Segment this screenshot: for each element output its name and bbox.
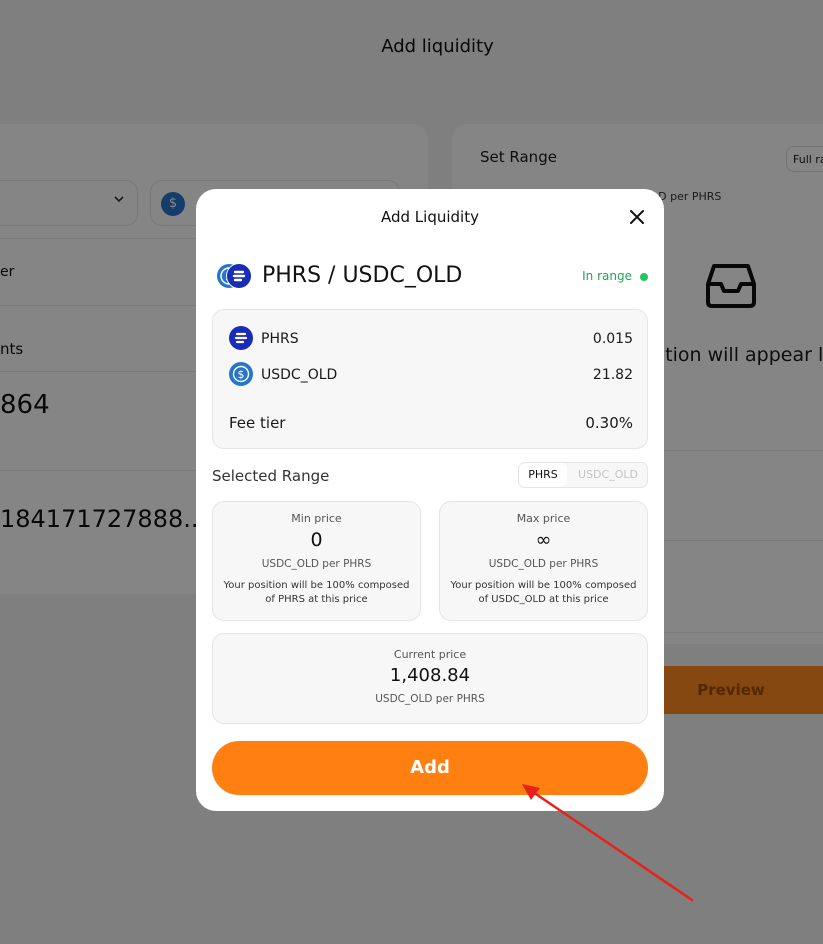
add-liquidity-modal: Add Liquidity $ PHRS / USDC_OLD In range… <box>196 189 664 811</box>
current-price-value: 1,408.84 <box>389 665 471 686</box>
phrs-icon <box>226 263 252 289</box>
max-price-value: ∞ <box>535 529 552 551</box>
min-price-value: 0 <box>310 529 323 551</box>
svg-text:$: $ <box>238 368 245 381</box>
max-price-note: Your position will be 100% composed of U… <box>450 580 637 605</box>
toggle-option-usdc-old[interactable]: USDC_OLD <box>567 463 649 487</box>
pair-header: $ PHRS / USDC_OLD In range <box>216 261 648 291</box>
token-amount: 0.015 <box>592 331 633 347</box>
close-icon[interactable] <box>628 208 646 226</box>
modal-title: Add Liquidity <box>381 208 479 226</box>
min-price-unit: USDC_OLD per PHRS <box>261 558 372 570</box>
token-amount: 21.82 <box>592 367 633 383</box>
fee-tier-label: Fee tier <box>229 414 286 432</box>
max-price-box: Max price ∞ USDC_OLD per PHRS Your posit… <box>439 501 648 621</box>
token-name: USDC_OLD <box>261 367 338 383</box>
usdc-icon: $ <box>229 362 253 386</box>
list-item: PHRS 0.015 <box>229 326 633 352</box>
add-button[interactable]: Add <box>212 741 648 795</box>
current-price-unit: USDC_OLD per PHRS <box>375 693 485 705</box>
list-item: $ USDC_OLD 21.82 <box>229 362 633 388</box>
fee-tier-value: 0.30% <box>585 414 633 432</box>
max-price-unit: USDC_OLD per PHRS <box>488 558 599 570</box>
token-name: PHRS <box>261 331 299 347</box>
pair-icons: $ <box>216 263 252 289</box>
token-amounts-box: PHRS 0.015 $ USDC_OLD 21.82 Fee tier 0.3… <box>212 309 648 449</box>
status-dot <box>640 272 648 281</box>
current-price-label: Current price <box>393 648 467 661</box>
status-text: In range <box>582 269 632 283</box>
min-price-box: Min price 0 USDC_OLD per PHRS Your posit… <box>212 501 421 621</box>
selected-range-label: Selected Range <box>212 467 330 485</box>
min-price-note: Your position will be 100% composed of P… <box>223 580 410 605</box>
toggle-option-phrs[interactable]: PHRS <box>519 463 567 487</box>
min-price-label: Min price <box>291 512 342 525</box>
pair-name: PHRS / USDC_OLD <box>262 263 463 288</box>
max-price-label: Max price <box>516 512 571 525</box>
price-denomination-toggle: PHRS USDC_OLD <box>518 462 648 488</box>
current-price-box: Current price 1,408.84 USDC_OLD per PHRS <box>212 633 648 724</box>
phrs-icon <box>229 326 253 350</box>
status-badge: In range <box>582 269 648 283</box>
